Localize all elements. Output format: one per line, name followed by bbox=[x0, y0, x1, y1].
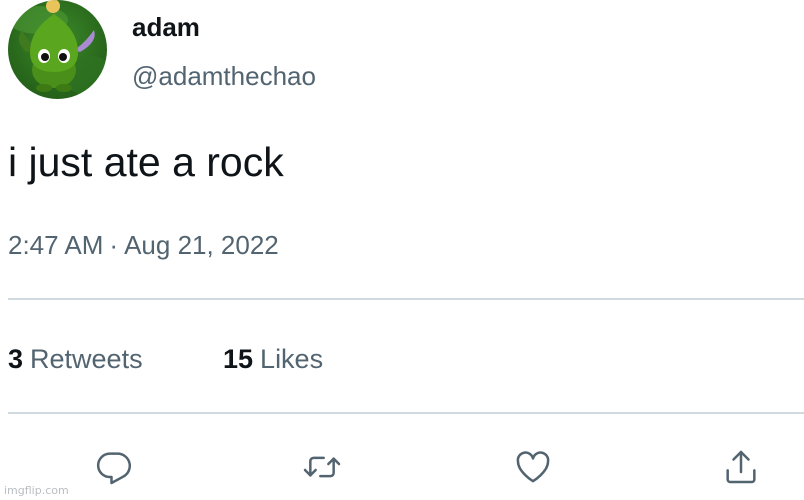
heart-icon bbox=[516, 451, 550, 483]
retweets-count: 3 bbox=[8, 344, 24, 374]
divider bbox=[8, 412, 804, 414]
reply-icon bbox=[97, 452, 132, 485]
timestamp-separator: · bbox=[109, 230, 119, 260]
retweets-stat[interactable]: 3 Retweets bbox=[8, 343, 143, 375]
share-button[interactable] bbox=[718, 444, 764, 490]
likes-count: 15 bbox=[223, 344, 254, 374]
display-name[interactable]: adam bbox=[132, 12, 200, 42]
like-button[interactable] bbox=[510, 444, 556, 490]
reply-button[interactable] bbox=[91, 444, 137, 490]
avatar[interactable] bbox=[8, 0, 107, 99]
likes-stat[interactable]: 15 Likes bbox=[223, 343, 323, 375]
likes-label: Likes bbox=[260, 344, 324, 374]
retweet-icon bbox=[303, 456, 341, 478]
watermark: imgflip.com bbox=[4, 484, 69, 497]
chao-avatar-icon bbox=[8, 0, 107, 95]
share-icon bbox=[726, 450, 756, 484]
tweet-timestamp[interactable]: 2:47 AM · Aug 21, 2022 bbox=[8, 229, 279, 261]
user-handle[interactable]: @adamthechao bbox=[132, 61, 316, 91]
divider bbox=[8, 298, 804, 300]
tweet-time: 2:47 AM bbox=[8, 230, 104, 260]
tweet-card: adam @adamthechao i just ate a rock 2:47… bbox=[0, 0, 804, 500]
tweet-date: Aug 21, 2022 bbox=[124, 230, 279, 260]
tweet-text: i just ate a rock bbox=[8, 139, 284, 185]
retweets-label: Retweets bbox=[30, 344, 143, 374]
retweet-button[interactable] bbox=[299, 444, 345, 490]
